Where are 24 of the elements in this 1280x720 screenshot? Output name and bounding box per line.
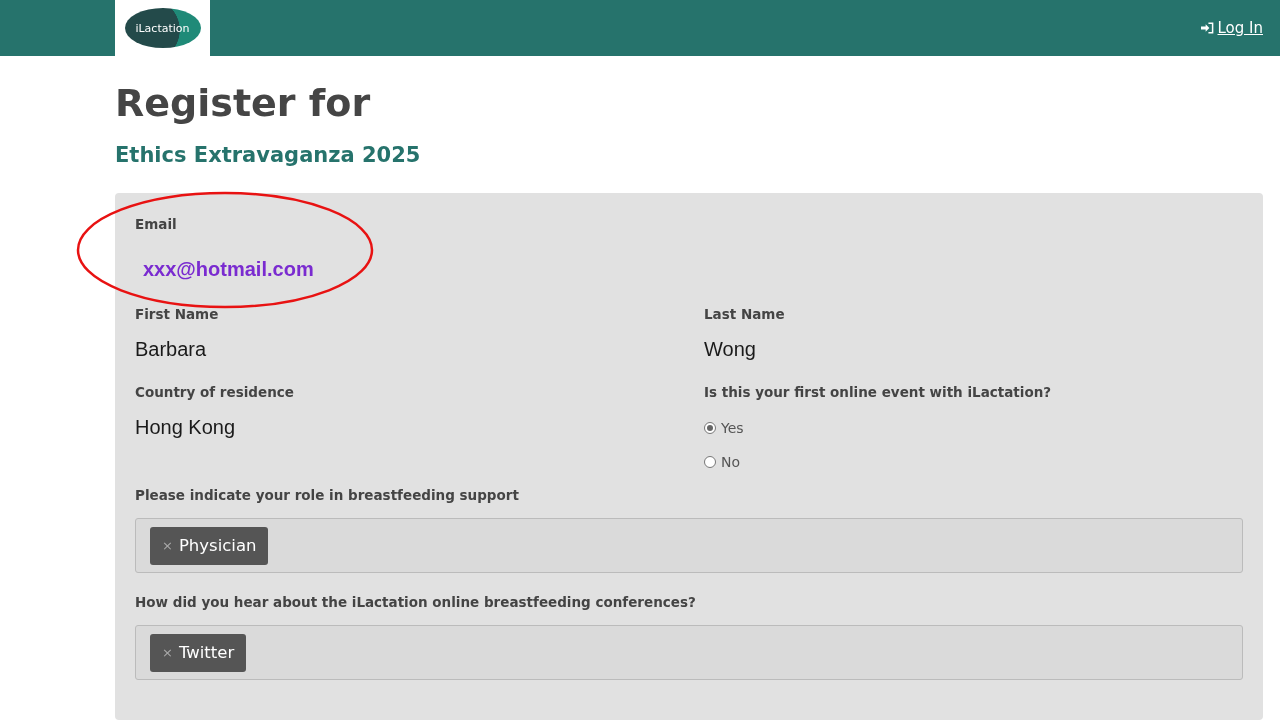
logo[interactable]: iLactation (124, 8, 201, 48)
first-name-value[interactable]: Barbara (135, 337, 207, 361)
field-label: Country of residence (135, 383, 295, 401)
field-label: Is this your first online event with iLactation? (704, 383, 1053, 401)
sign-in-icon (1200, 22, 1214, 34)
tag-label: Physician (178, 536, 257, 555)
field-label: How did you hear about the iLactation online breastfeeding conferences? (135, 593, 697, 611)
field-label: First Name (135, 305, 220, 323)
field-label: Please indicate your role in breastfeeding support (135, 486, 520, 504)
radio-button[interactable] (704, 422, 716, 434)
country-value[interactable]: Hong Kong (135, 415, 236, 439)
tag-label: Twitter (178, 643, 235, 662)
radio-label: No (721, 453, 741, 472)
field-label: Email (135, 215, 178, 233)
page-title: Register for (115, 80, 372, 127)
radio-button[interactable] (704, 456, 716, 468)
multi-select-field[interactable]: × Twitter (135, 625, 1243, 680)
multi-select-field[interactable]: × Physician (135, 518, 1243, 573)
radio-label: Yes (721, 419, 744, 438)
field-label: Last Name (704, 305, 786, 323)
login-link[interactable]: Log In (1200, 0, 1263, 56)
event-title: Ethics Extravaganza 2025 (115, 142, 422, 169)
last-name-value[interactable]: Wong (704, 337, 756, 361)
email-value[interactable]: xxx@hotmail.com (143, 257, 314, 281)
